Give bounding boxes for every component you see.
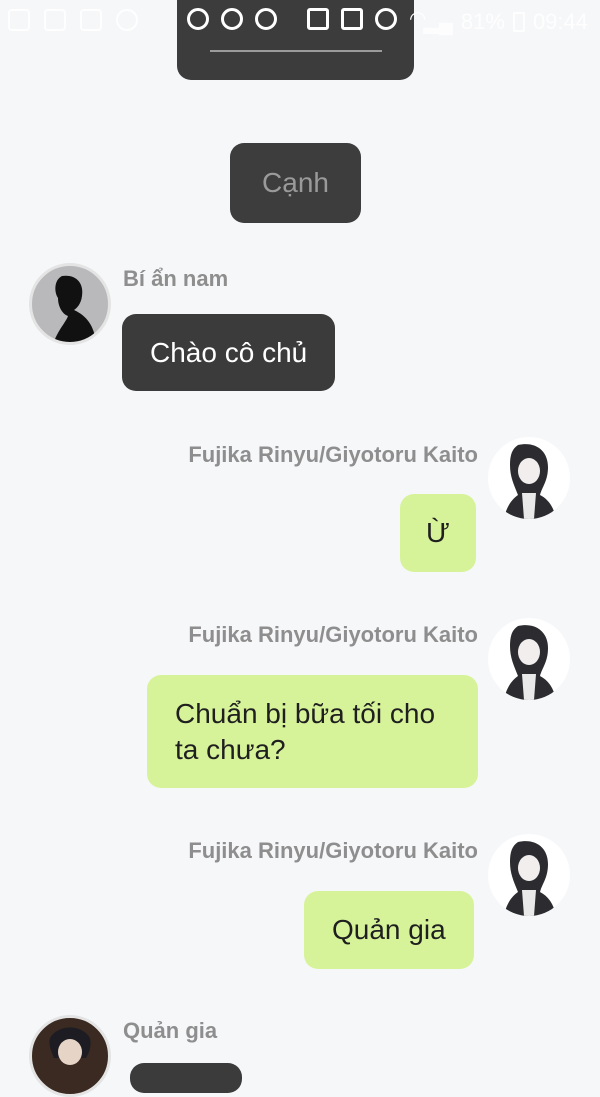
message-text: Chào cô chủ <box>150 336 308 368</box>
signal-icon: ▂▄ <box>423 11 453 34</box>
status-right: ▂▄ 81% 09:44 <box>423 9 588 35</box>
avatar[interactable] <box>488 437 570 519</box>
sender-name: Fujika Rinyu/Giyotoru Kaito <box>188 442 478 467</box>
notification-icons: ◠ <box>187 8 426 30</box>
battery-saver-icon <box>307 8 329 30</box>
character-portrait <box>504 841 556 916</box>
avatar[interactable] <box>488 834 570 916</box>
sender-name: Fujika Rinyu/Giyotoru Kaito <box>188 838 478 863</box>
message-icon <box>80 9 102 31</box>
mute-icon <box>341 8 363 30</box>
message-bubble[interactable]: Chào cô chủ <box>122 314 336 391</box>
status-left-icons <box>8 9 138 31</box>
sender-name: Quản gia <box>123 1018 218 1043</box>
clock: 09:44 <box>532 9 588 34</box>
silhouette-icon <box>54 275 96 342</box>
message-bubble[interactable]: Ừ <box>400 494 476 572</box>
character-portrait <box>504 625 556 700</box>
sender-name: Bí ẩn nam <box>123 266 229 291</box>
message-bubble[interactable] <box>130 1063 242 1093</box>
pinterest-icon <box>116 9 138 31</box>
avatar[interactable] <box>29 1015 111 1097</box>
pill-divider <box>210 50 382 52</box>
wifi-icon: ◠ <box>409 8 427 30</box>
avatar[interactable] <box>29 263 111 345</box>
app-icon <box>8 9 30 31</box>
character-portrait <box>504 444 556 519</box>
app-icon <box>44 9 66 31</box>
message-bubble[interactable]: Chuẩn bị bữa tối cho ta chưa? <box>147 675 478 788</box>
chrome-icon <box>255 8 277 30</box>
character-portrait <box>49 1027 91 1065</box>
sender-name: Fujika Rinyu/Giyotoru Kaito <box>188 622 478 647</box>
chrome-icon <box>187 8 209 30</box>
chrome-icon <box>221 8 243 30</box>
message-text: Chuẩn bị bữa tối cho ta chưa? <box>175 697 436 765</box>
avatar[interactable] <box>488 618 570 700</box>
notification-pill[interactable]: ◠ <box>177 0 426 80</box>
message-bubble[interactable]: Quản gia <box>304 891 474 969</box>
battery-icon <box>512 12 525 32</box>
message-text: Quản gia <box>332 914 446 945</box>
narration-bubble: Cạnh <box>230 143 361 223</box>
battery-percent: 81% <box>460 9 505 34</box>
message-text: Ừ <box>426 517 450 548</box>
alarm-icon <box>375 8 397 30</box>
